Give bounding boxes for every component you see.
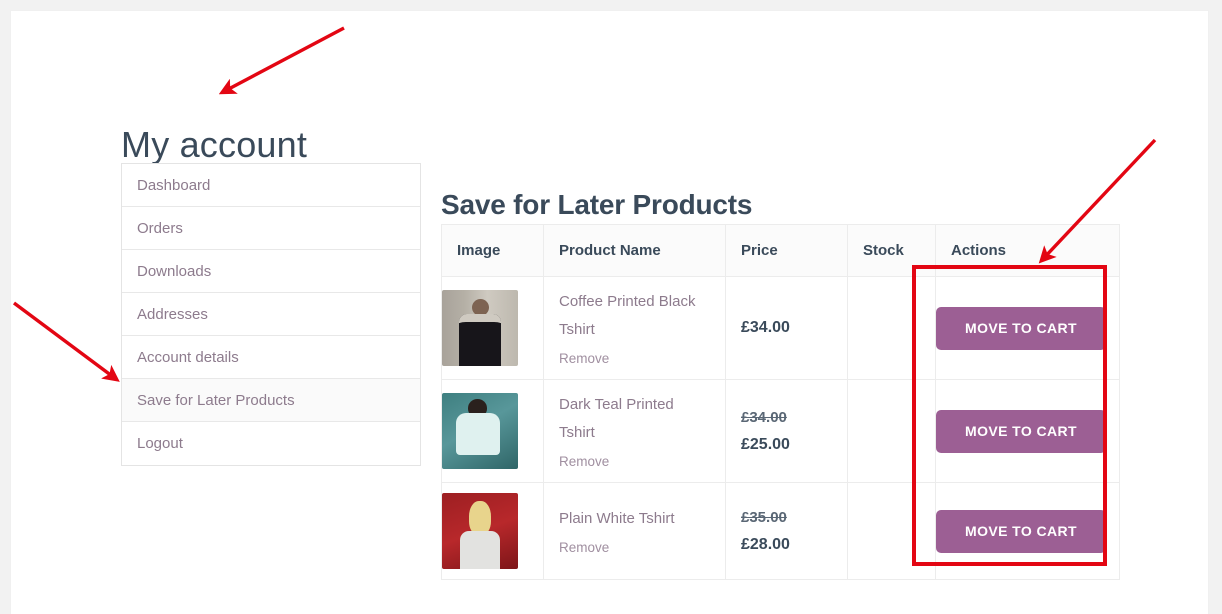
product-name-link[interactable]: Dark Teal Printed Tshirt [559, 391, 709, 447]
save-for-later-table: Image Product Name Price Stock Actions C… [441, 224, 1120, 580]
sidebar-item-save-for-later-products[interactable]: Save for Later Products [122, 379, 420, 422]
page-surface: My account Dashboard Orders Downloads Ad… [11, 11, 1208, 614]
sidebar-item-label: Orders [137, 219, 183, 237]
product-name-link[interactable]: Coffee Printed Black Tshirt [559, 288, 709, 344]
product-price-sale: £28.00 [741, 536, 790, 553]
remove-link[interactable]: Remove [559, 454, 609, 469]
table-row: Coffee Printed Black Tshirt Remove £34.0… [441, 276, 1120, 380]
price-block: £35.00 £28.00 [741, 504, 847, 558]
sidebar-item-label: Save for Later Products [137, 391, 295, 409]
product-image-cell [441, 379, 544, 483]
product-image-cell [441, 276, 544, 380]
sidebar-item-label: Account details [137, 348, 239, 366]
column-header-stock: Stock [847, 224, 936, 277]
product-stock-cell [847, 482, 936, 580]
column-header-image: Image [441, 224, 544, 277]
column-header-price: Price [725, 224, 848, 277]
sidebar-item-label: Downloads [137, 262, 212, 280]
move-to-cart-button[interactable]: MOVE TO CART [936, 409, 1106, 453]
product-price: £34.00 [741, 319, 790, 336]
product-actions-cell: MOVE TO CART [935, 276, 1120, 380]
product-actions-cell: MOVE TO CART [935, 379, 1120, 483]
column-header-actions: Actions [935, 224, 1120, 277]
product-price-sale: £25.00 [741, 436, 790, 453]
page-root: My account Dashboard Orders Downloads Ad… [0, 0, 1222, 614]
remove-link[interactable]: Remove [559, 351, 609, 366]
product-price-original: £35.00 [741, 509, 787, 526]
account-sidebar-nav: Dashboard Orders Downloads Addresses Acc… [121, 163, 421, 466]
sidebar-item-downloads[interactable]: Downloads [122, 250, 420, 293]
price-block: £34.00 £25.00 [741, 404, 847, 458]
table-header-row: Image Product Name Price Stock Actions [441, 224, 1120, 277]
page-title: My account [121, 124, 308, 166]
table-row: Dark Teal Printed Tshirt Remove £34.00 £… [441, 379, 1120, 483]
table-header: Image Product Name Price Stock Actions [441, 224, 1120, 277]
sidebar-item-label: Logout [137, 435, 183, 452]
table-body: Coffee Printed Black Tshirt Remove £34.0… [441, 276, 1120, 580]
move-to-cart-button[interactable]: MOVE TO CART [936, 306, 1106, 350]
product-thumbnail-image[interactable] [442, 493, 518, 569]
product-image-cell [441, 482, 544, 580]
product-name-link[interactable]: Plain White Tshirt [559, 505, 709, 533]
sidebar-item-account-details[interactable]: Account details [122, 336, 420, 379]
product-price-cell: £34.00 [725, 276, 848, 380]
product-thumbnail-image[interactable] [442, 290, 518, 366]
product-price-cell: £35.00 £28.00 [725, 482, 848, 580]
table-row: Plain White Tshirt Remove £35.00 £28.00 … [441, 482, 1120, 580]
product-actions-cell: MOVE TO CART [935, 482, 1120, 580]
product-stock-cell [847, 379, 936, 483]
sidebar-item-orders[interactable]: Orders [122, 207, 420, 250]
sidebar-item-label: Dashboard [137, 176, 211, 194]
sidebar-item-logout[interactable]: Logout [122, 422, 420, 465]
product-stock-cell [847, 276, 936, 380]
sidebar-item-label: Addresses [137, 305, 208, 323]
product-price-cell: £34.00 £25.00 [725, 379, 848, 483]
move-to-cart-button[interactable]: MOVE TO CART [936, 509, 1106, 553]
product-name-cell: Plain White Tshirt Remove [543, 482, 726, 580]
product-name-cell: Coffee Printed Black Tshirt Remove [543, 276, 726, 380]
product-name-cell: Dark Teal Printed Tshirt Remove [543, 379, 726, 483]
sidebar-item-dashboard[interactable]: Dashboard [122, 164, 420, 207]
column-header-product-name: Product Name [543, 224, 726, 277]
product-thumbnail-image[interactable] [442, 393, 518, 469]
sidebar-item-addresses[interactable]: Addresses [122, 293, 420, 336]
section-title: Save for Later Products [441, 189, 753, 221]
product-price-original: £34.00 [741, 409, 787, 426]
remove-link[interactable]: Remove [559, 540, 609, 555]
